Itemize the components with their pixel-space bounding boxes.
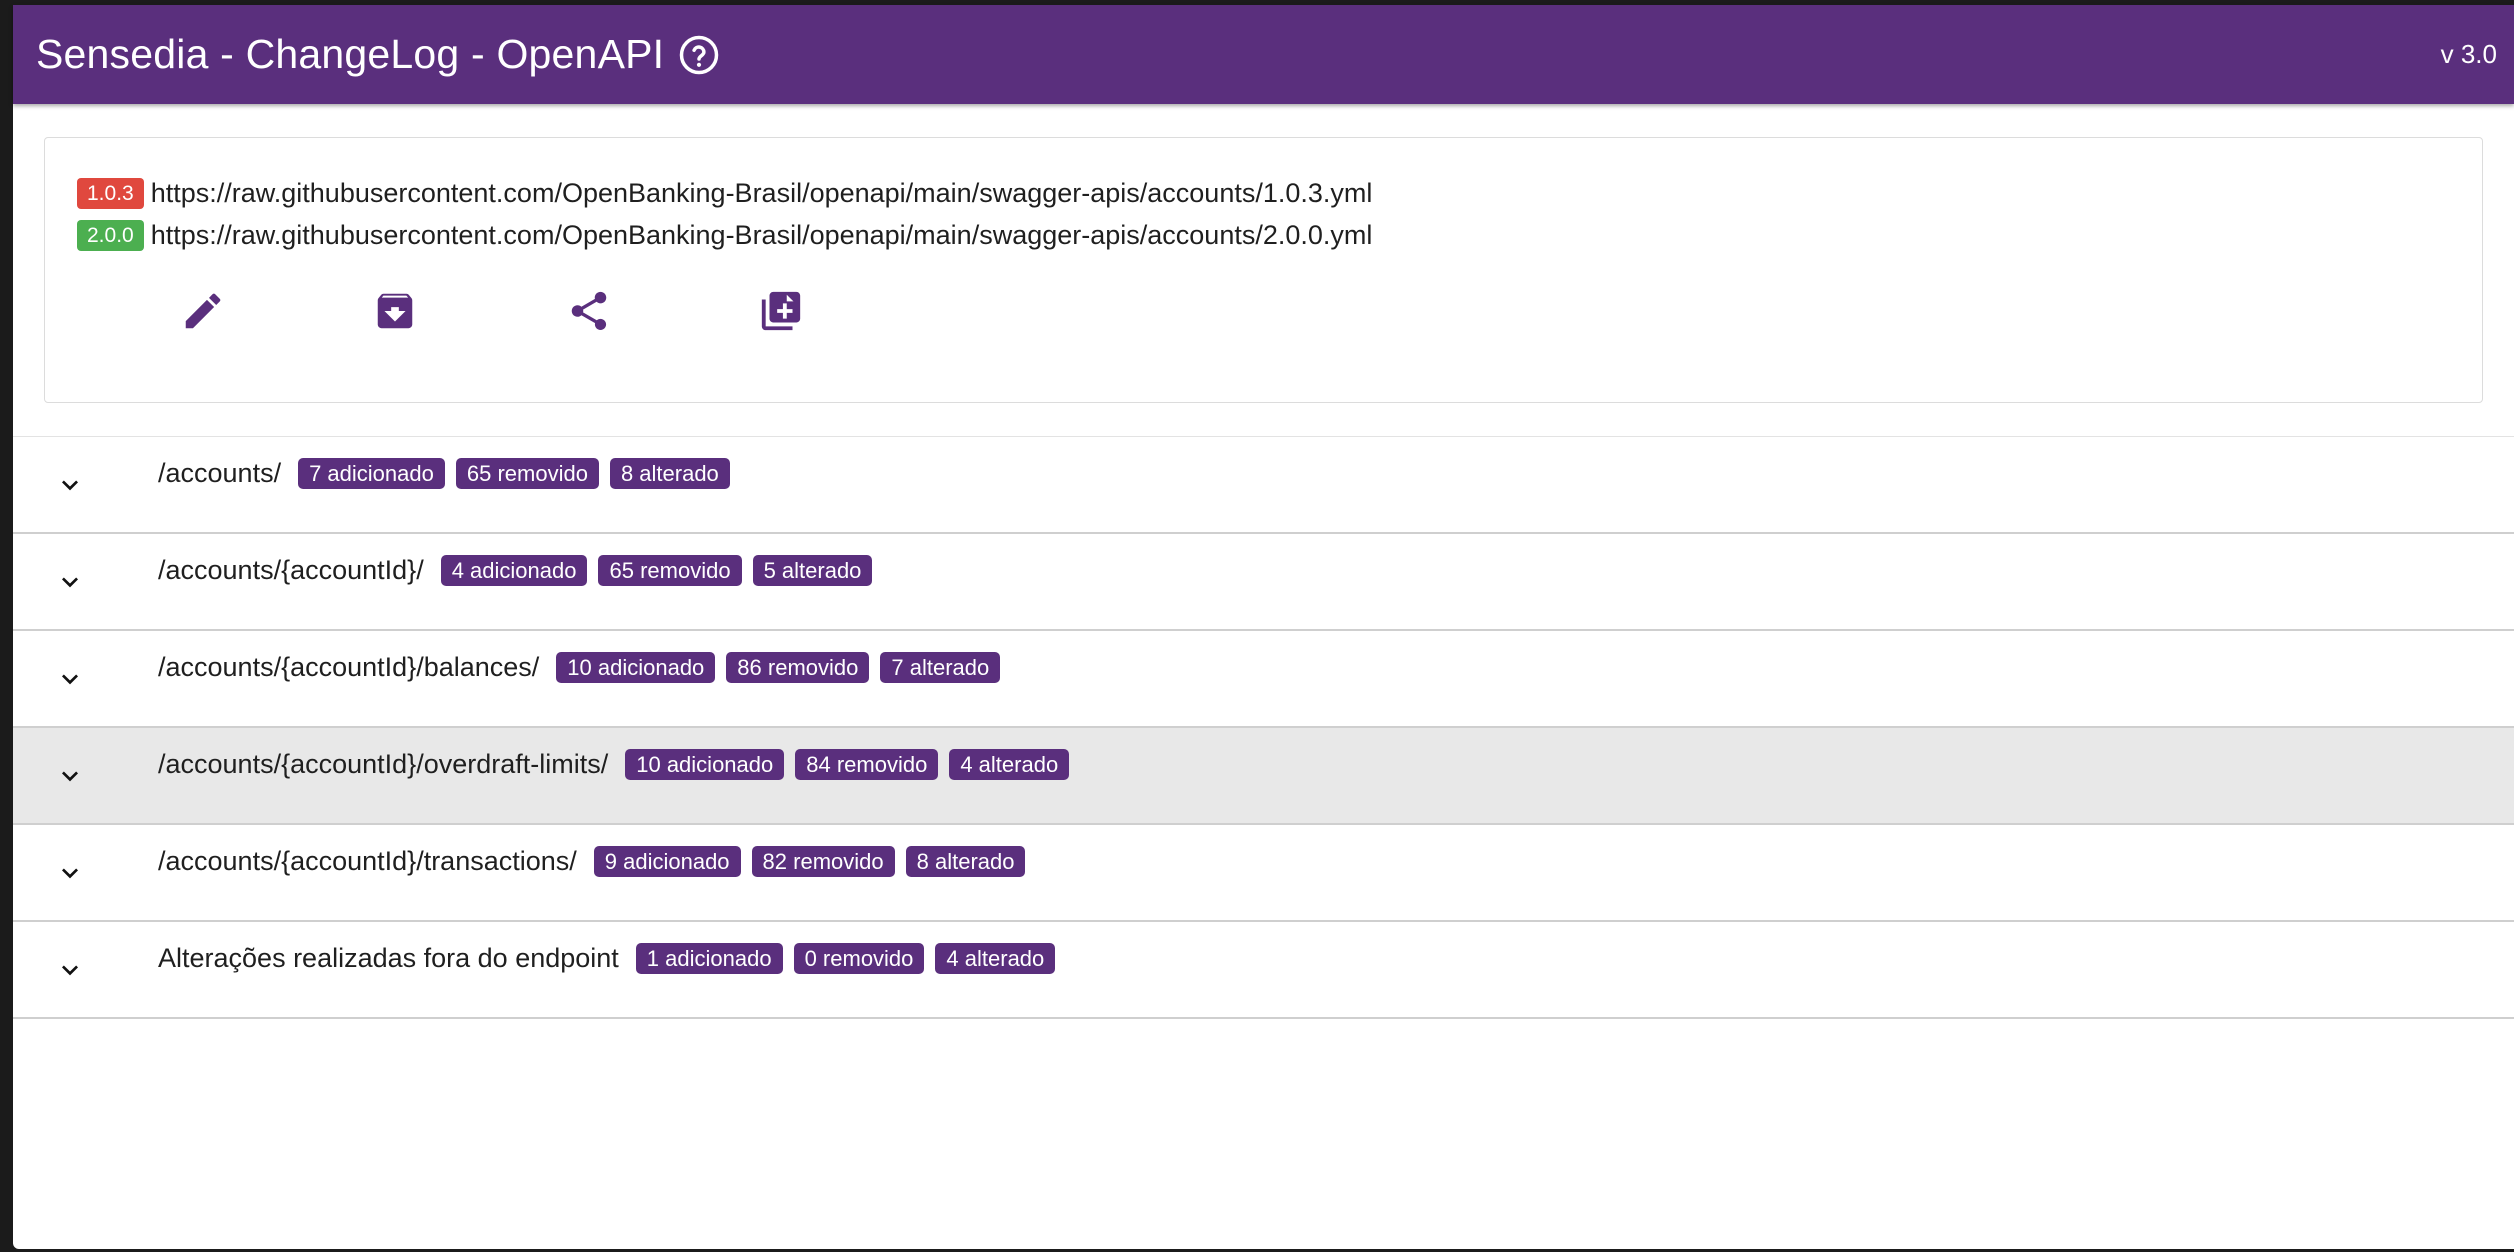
changed-count-badge: 8 alterado [609, 458, 730, 489]
archive-download-icon [377, 293, 413, 329]
removed-count-badge: 0 removido [793, 943, 925, 974]
endpoint-row[interactable]: /accounts/ 7 adicionado 65 removido 8 al… [13, 436, 2514, 534]
changed-count-badge: 8 alterado [905, 846, 1026, 877]
app-window: Sensedia - ChangeLog - OpenAPI v 3.0 1.0… [13, 5, 2514, 1249]
edit-icon [185, 293, 221, 329]
endpoint-summary: Alterações realizadas fora do endpoint 1… [158, 943, 1066, 974]
chevron-down-icon[interactable] [54, 663, 86, 695]
archive-button[interactable] [368, 284, 422, 338]
app-title: Sensedia - ChangeLog - OpenAPI [36, 31, 665, 77]
added-count-badge: 7 adicionado [298, 458, 445, 489]
changed-count-badge: 7 alterado [880, 652, 1001, 683]
endpoint-row[interactable]: /accounts/{accountId}/balances/ 10 adici… [13, 631, 2514, 728]
chevron-down-icon[interactable] [54, 469, 86, 501]
endpoint-path: /accounts/{accountId}/transactions/ [158, 846, 577, 876]
chevron-down-icon[interactable] [54, 857, 86, 889]
old-version-badge: 1.0.3 [77, 178, 144, 209]
removed-count-badge: 82 removido [751, 846, 895, 877]
chevron-down-icon[interactable] [54, 760, 86, 792]
endpoint-path: Alterações realizadas fora do endpoint [158, 943, 619, 973]
removed-count-badge: 65 removido [455, 458, 599, 489]
endpoint-row[interactable]: Alterações realizadas fora do endpoint 1… [13, 922, 2514, 1019]
removed-count-badge: 86 removido [726, 652, 870, 683]
share-icon [571, 291, 607, 331]
endpoint-path: /accounts/{accountId}/ [158, 555, 424, 585]
endpoint-summary: /accounts/{accountId}/transactions/ 9 ad… [158, 846, 1036, 877]
endpoint-path: /accounts/{accountId}/balances/ [158, 652, 540, 682]
endpoint-path: /accounts/ [158, 458, 282, 488]
app-bar-left: Sensedia - ChangeLog - OpenAPI [36, 31, 720, 78]
new-version-badge: 2.0.0 [77, 220, 144, 251]
endpoint-path: /accounts/{accountId}/overdraft-limits/ [158, 749, 609, 779]
share-button[interactable] [562, 284, 616, 338]
chevron-down-icon[interactable] [54, 954, 86, 986]
added-count-badge: 10 adicionado [625, 749, 785, 780]
changed-count-badge: 4 alterado [935, 943, 1056, 974]
endpoint-summary: /accounts/ 7 adicionado 65 removido 8 al… [158, 458, 741, 489]
endpoint-summary: /accounts/{accountId}/balances/ 10 adici… [158, 652, 1011, 683]
changed-count-badge: 5 alterado [752, 555, 873, 586]
removed-count-badge: 65 removido [598, 555, 742, 586]
spec-card: 1.0.3 https://raw.githubusercontent.com/… [44, 137, 2483, 403]
endpoint-summary: /accounts/{accountId}/ 4 adicionado 65 r… [158, 555, 883, 586]
copy-button[interactable] [754, 284, 808, 338]
new-spec-url: https://raw.githubusercontent.com/OpenBa… [150, 220, 1373, 250]
edit-button[interactable] [176, 284, 230, 338]
removed-count-badge: 84 removido [795, 749, 939, 780]
changed-count-badge: 4 alterado [949, 749, 1070, 780]
added-count-badge: 9 adicionado [593, 846, 741, 877]
endpoint-list: /accounts/ 7 adicionado 65 removido 8 al… [13, 436, 2514, 1019]
old-spec-url: https://raw.githubusercontent.com/OpenBa… [150, 178, 1373, 208]
added-count-badge: 10 adicionado [556, 652, 716, 683]
spec-line-new: 2.0.0 https://raw.githubusercontent.com/… [77, 220, 1372, 251]
endpoint-summary: /accounts/{accountId}/overdraft-limits/ … [158, 749, 1080, 780]
copy-document-icon [761, 291, 801, 331]
endpoint-row[interactable]: /accounts/{accountId}/transactions/ 9 ad… [13, 825, 2514, 922]
added-count-badge: 4 adicionado [440, 555, 588, 586]
added-count-badge: 1 adicionado [635, 943, 783, 974]
help-icon[interactable] [678, 34, 720, 76]
app-bar: Sensedia - ChangeLog - OpenAPI v 3.0 [13, 5, 2514, 104]
app-version: v 3.0 [2440, 39, 2497, 69]
endpoint-row[interactable]: /accounts/{accountId}/overdraft-limits/ … [13, 728, 2514, 825]
chevron-down-icon[interactable] [54, 566, 86, 598]
spec-line-old: 1.0.3 https://raw.githubusercontent.com/… [77, 178, 1372, 209]
endpoint-row[interactable]: /accounts/{accountId}/ 4 adicionado 65 r… [13, 534, 2514, 631]
